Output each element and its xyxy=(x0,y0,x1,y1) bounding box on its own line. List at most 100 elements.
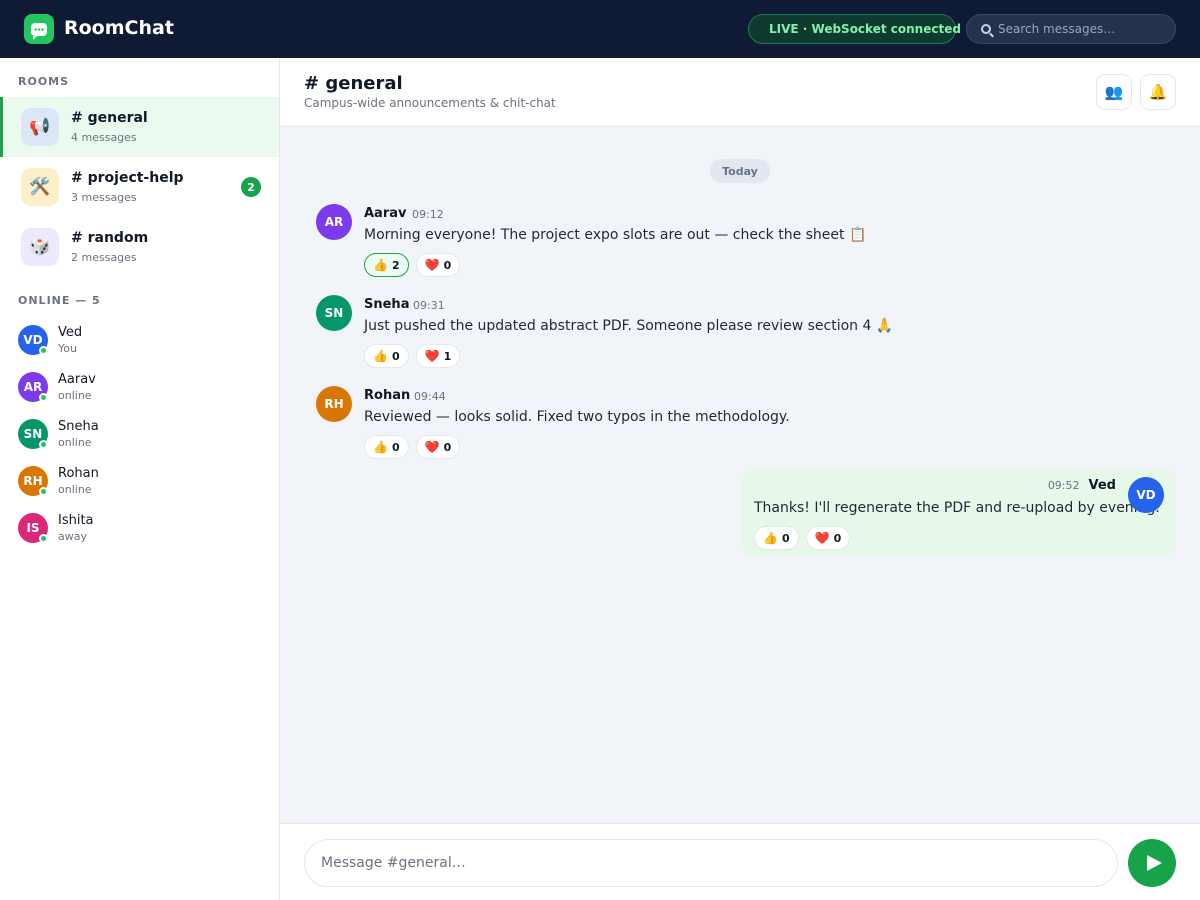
thumbs-up-icon: 👍 xyxy=(763,531,778,545)
thumbs-up-reaction[interactable]: 👍 2 xyxy=(364,253,409,277)
message-item: SN Sneha 09:31 Just pushed the updated a… xyxy=(316,295,1116,375)
message-list[interactable]: Today AR Aarav 09:12 Morning everyone! T… xyxy=(280,127,1200,823)
room-name: # general xyxy=(71,110,148,126)
user-status: You xyxy=(58,342,77,355)
online-status-dot-icon xyxy=(39,346,48,355)
heart-icon: ❤️ xyxy=(424,349,440,363)
user-name: Aarav xyxy=(58,372,96,387)
unread-badge: 2 xyxy=(241,177,261,197)
room-message-count: 3 messages xyxy=(71,191,137,204)
own-message-meta: 09:52 Ved xyxy=(1048,478,1116,493)
reaction-count: 0 xyxy=(833,531,842,545)
thumbs-up-reaction[interactable]: 👍 0 xyxy=(364,435,409,459)
reactions-bar: 👍 0 ❤️ 0 xyxy=(754,526,857,550)
online-user-sneha[interactable]: SN Sneha online xyxy=(18,419,268,455)
heart-icon: ❤️ xyxy=(424,258,440,272)
online-status-dot-icon xyxy=(39,440,48,449)
channel-title: # general xyxy=(304,73,403,94)
user-name: Rohan xyxy=(58,466,99,481)
heart-icon: ❤️ xyxy=(814,531,830,545)
megaphone-icon: 📢 xyxy=(21,108,59,146)
user-name: Sneha xyxy=(58,419,99,434)
online-user-ishita[interactable]: IS Ishita away xyxy=(18,513,268,549)
reaction-count: 0 xyxy=(391,349,400,363)
online-status-dot-icon xyxy=(39,487,48,496)
message-time: 09:12 xyxy=(412,208,444,221)
message-author: Sneha xyxy=(364,297,410,312)
send-icon xyxy=(1146,855,1162,871)
message-input[interactable] xyxy=(304,839,1118,887)
room-item-project-help[interactable]: 🛠️ # project-help 3 messages 2 xyxy=(0,157,279,217)
reaction-count: 2 xyxy=(391,258,400,272)
message-text: Just pushed the updated abstract PDF. So… xyxy=(364,318,894,334)
dice-icon: 🎲 xyxy=(21,228,59,266)
heart-reaction[interactable]: ❤️ 0 xyxy=(415,253,461,277)
room-message-count: 4 messages xyxy=(71,131,137,144)
online-user-ved[interactable]: VD Ved You xyxy=(18,325,268,361)
thumbs-up-icon: 👍 xyxy=(373,349,388,363)
online-user-aarav[interactable]: AR Aarav online xyxy=(18,372,268,408)
online-section-label: ONLINE — 5 xyxy=(18,294,101,307)
message-item: AR Aarav 09:12 Morning everyone! The pro… xyxy=(316,204,1116,284)
reaction-count: 0 xyxy=(781,531,790,545)
message-author: Aarav xyxy=(364,206,407,221)
message-author: Rohan xyxy=(364,388,411,403)
room-name: # random xyxy=(71,230,149,246)
search-icon xyxy=(981,24,991,34)
members-icon: 👥 xyxy=(1104,83,1124,101)
message-text: Thanks! I'll regenerate the PDF and re-u… xyxy=(754,500,1160,516)
room-item-general[interactable]: 📢 # general 4 messages xyxy=(0,97,279,157)
top-bar: RoomChat LIVE · WebSocket connected xyxy=(0,0,1200,58)
send-button[interactable] xyxy=(1128,839,1176,887)
chat-logo-icon xyxy=(24,14,54,44)
sidebar: ROOMS 📢 # general 4 messages 🛠️ # projec… xyxy=(0,58,280,900)
message-item: RH Rohan 09:44 Reviewed — looks solid. F… xyxy=(316,386,1116,466)
room-item-random[interactable]: 🎲 # random 2 messages xyxy=(0,217,279,277)
thumbs-up-icon: 👍 xyxy=(373,440,388,454)
message-text: Morning everyone! The project expo slots… xyxy=(364,227,867,243)
members-button[interactable]: 👥 xyxy=(1096,74,1132,110)
avatar: SN xyxy=(316,295,352,331)
connection-status-text: LIVE · WebSocket connected xyxy=(769,22,961,36)
avatar: RH xyxy=(316,386,352,422)
reaction-count: 0 xyxy=(391,440,400,454)
online-user-rohan[interactable]: RH Rohan online xyxy=(18,466,268,502)
own-message-bubble: 09:52 Ved Thanks! I'll regenerate the PD… xyxy=(742,469,1176,556)
message-time: 09:44 xyxy=(414,390,446,403)
thumbs-up-icon: 👍 xyxy=(373,258,388,272)
notifications-button[interactable]: 🔔 xyxy=(1140,74,1176,110)
heart-reaction[interactable]: ❤️ 0 xyxy=(805,526,851,550)
heart-reaction[interactable]: ❤️ 0 xyxy=(415,435,461,459)
avatar: VD xyxy=(1128,477,1164,513)
room-name: # project-help xyxy=(71,170,184,186)
user-name: Ved xyxy=(58,325,83,340)
thumbs-up-reaction[interactable]: 👍 0 xyxy=(754,526,799,550)
message-author: Ved xyxy=(1088,478,1116,493)
channel-description: Campus-wide announcements & chit-chat xyxy=(304,96,556,110)
reaction-count: 1 xyxy=(443,349,452,363)
search-input[interactable] xyxy=(998,22,1168,36)
avatar: AR xyxy=(316,204,352,240)
online-status-dot-icon xyxy=(39,534,48,543)
day-divider: Today xyxy=(710,159,770,183)
bell-icon: 🔔 xyxy=(1148,83,1168,101)
reaction-count: 0 xyxy=(443,440,452,454)
search-box[interactable] xyxy=(966,14,1176,44)
user-status: online xyxy=(58,436,92,449)
user-status: online xyxy=(58,389,92,402)
reactions-bar: 👍 2 ❤️ 0 xyxy=(364,253,467,277)
user-status: away xyxy=(58,530,87,543)
message-time: 09:31 xyxy=(413,299,445,312)
user-name: Ishita xyxy=(58,513,94,528)
thumbs-up-reaction[interactable]: 👍 0 xyxy=(364,344,409,368)
reactions-bar: 👍 0 ❤️ 0 xyxy=(364,435,467,459)
online-status-dot-icon xyxy=(39,393,48,402)
room-message-count: 2 messages xyxy=(71,251,137,264)
heart-reaction[interactable]: ❤️ 1 xyxy=(415,344,461,368)
reaction-count: 0 xyxy=(443,258,452,272)
reactions-bar: 👍 0 ❤️ 1 xyxy=(364,344,467,368)
heart-icon: ❤️ xyxy=(424,440,440,454)
message-time: 09:52 xyxy=(1047,479,1080,492)
rooms-section-label: ROOMS xyxy=(18,75,70,88)
chat-header: # general Campus-wide announcements & ch… xyxy=(280,58,1200,127)
